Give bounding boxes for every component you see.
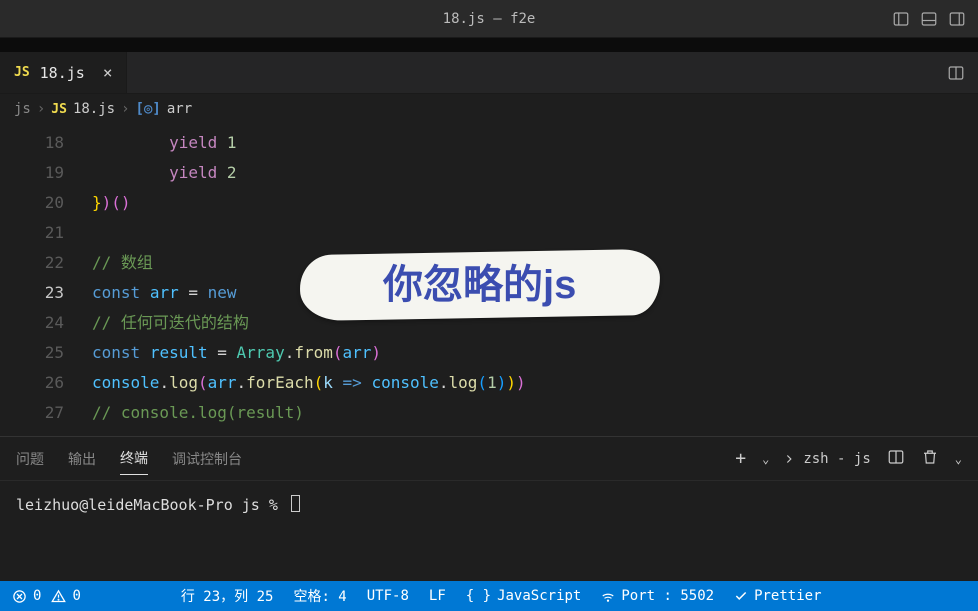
terminal-body[interactable]: leizhuo@leideMacBook-Pro js % [0, 481, 978, 528]
breadcrumb[interactable]: js › JS 18.js › [◎] arr [0, 94, 978, 124]
line-number: 22 [0, 248, 92, 278]
line-number: 25 [0, 338, 92, 368]
status-position[interactable]: 行 23，列 25 [171, 586, 284, 606]
line-number: 18 [0, 128, 92, 158]
new-terminal-icon[interactable]: + [735, 448, 746, 469]
line-number: 26 [0, 368, 92, 398]
titlebar: 18.js — f2e [0, 0, 978, 38]
code-line[interactable]: 21 [0, 218, 978, 248]
bottom-panel: 问题输出终端调试控制台 + ⌄ zsh - js ⌄ leizhuo@leide… [0, 436, 978, 528]
close-icon[interactable]: × [95, 63, 113, 82]
tab-spacer [127, 52, 934, 93]
split-editor-icon[interactable] [934, 52, 978, 93]
code-line[interactable]: 19 yield 2 [0, 158, 978, 188]
panel-right-icon[interactable] [948, 10, 966, 28]
panel-actions: + ⌄ zsh - js ⌄ [735, 448, 962, 470]
panel-tab-2[interactable]: 终端 [120, 442, 148, 475]
code-line[interactable]: 25const result = Array.from(arr) [0, 338, 978, 368]
breadcrumb-file[interactable]: 18.js [73, 101, 115, 117]
chevron-right-icon: › [37, 101, 45, 117]
panel-tab-1[interactable]: 输出 [68, 443, 96, 475]
chevron-down-icon[interactable]: ⌄ [762, 452, 769, 466]
line-number: 19 [0, 158, 92, 188]
line-number: 20 [0, 188, 92, 218]
status-bar: 0 0 行 23，列 25 空格: 4 UTF-8 LF { } JavaScr… [0, 581, 978, 611]
terminal-prompt: leizhuo@leideMacBook-Pro js % [16, 496, 287, 514]
code-editor[interactable]: 18 yield 119 yield 220})()2122// 数组23con… [0, 124, 978, 436]
code-content[interactable]: })() [92, 188, 978, 218]
status-prettier[interactable]: Prettier [724, 588, 831, 604]
code-content[interactable] [92, 218, 978, 248]
status-eol[interactable]: LF [419, 588, 456, 604]
breadcrumb-folder[interactable]: js [14, 101, 31, 117]
line-number: 24 [0, 308, 92, 338]
tab-bar: JS 18.js × [0, 52, 978, 94]
status-warnings[interactable]: 0 [51, 588, 90, 604]
js-file-icon: JS [51, 102, 67, 117]
js-file-icon: JS [14, 65, 30, 80]
code-line[interactable]: 27// console.log(result) [0, 398, 978, 428]
panel-tab-3[interactable]: 调试控制台 [172, 443, 242, 475]
chevron-right-icon: › [121, 101, 129, 117]
code-content[interactable]: const result = Array.from(arr) [92, 338, 978, 368]
status-errors[interactable]: 0 [2, 588, 51, 604]
panel-left-icon[interactable] [892, 10, 910, 28]
terminal-shell-label[interactable]: zsh - js [785, 451, 870, 467]
split-terminal-icon[interactable] [887, 448, 905, 470]
line-number: 23 [0, 278, 92, 308]
code-content[interactable]: yield 2 [92, 158, 978, 188]
spacer [0, 38, 978, 52]
code-line[interactable]: 26console.log(arr.forEach(k => console.l… [0, 368, 978, 398]
code-content[interactable]: yield 1 [92, 128, 978, 158]
panel-tab-0[interactable]: 问题 [16, 443, 44, 475]
symbol-icon: [◎] [136, 101, 161, 117]
tab-label: 18.js [40, 64, 85, 82]
code-content[interactable]: // console.log(result) [92, 398, 978, 428]
panel-bottom-icon[interactable] [920, 10, 938, 28]
breadcrumb-symbol[interactable]: arr [167, 101, 192, 117]
trash-icon[interactable] [921, 448, 939, 470]
status-language[interactable]: { } JavaScript [456, 588, 592, 604]
chevron-down-icon[interactable]: ⌄ [955, 452, 962, 466]
status-indent[interactable]: 空格: 4 [283, 586, 356, 606]
line-number: 27 [0, 398, 92, 428]
line-number: 21 [0, 218, 92, 248]
layout-controls [892, 10, 966, 28]
sticker-text: 你忽略的js [383, 270, 576, 300]
tab-file[interactable]: JS 18.js × [0, 52, 127, 93]
status-port[interactable]: Port : 5502 [591, 588, 724, 604]
status-encoding[interactable]: UTF-8 [357, 588, 419, 604]
sticker-overlay: 你忽略的js [299, 249, 660, 321]
code-line[interactable]: 18 yield 1 [0, 128, 978, 158]
code-content[interactable]: console.log(arr.forEach(k => console.log… [92, 368, 978, 398]
code-line[interactable]: 20})() [0, 188, 978, 218]
panel-tabs: 问题输出终端调试控制台 + ⌄ zsh - js ⌄ [0, 437, 978, 481]
terminal-cursor [291, 495, 300, 512]
window-title: 18.js — f2e [443, 11, 536, 27]
